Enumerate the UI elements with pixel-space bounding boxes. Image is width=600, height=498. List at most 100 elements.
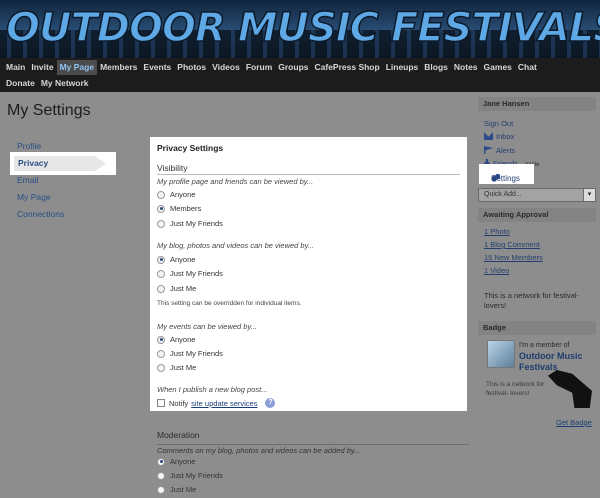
settings-nav-privacy-label: Privacy [18,158,49,168]
nav-item-my-page[interactable]: My Page [56,60,98,75]
option-label: Just Me [170,485,197,494]
alerts-label: Alerts [496,146,516,155]
option-label: Anyone [170,190,196,199]
page-title: My Settings [7,102,91,119]
badge-description: This is a network for festival- lovers! [486,381,545,397]
nav-item-forum[interactable]: Forum [243,60,275,75]
radio-button[interactable] [157,349,165,358]
events-option-anyone[interactable]: Anyone [157,335,195,344]
settings-nav-my-page[interactable]: My Page [17,192,51,202]
events-option-just-me[interactable]: Just Me [157,363,196,372]
profile-option-friends[interactable]: Just My Friends [157,219,223,228]
radio-button-selected[interactable] [157,255,165,264]
awaiting-approval-heading: Awaiting Approval [478,208,596,222]
option-label: Just My Friends [170,269,223,278]
settings-nav-email[interactable]: Email [17,175,38,185]
events-visibility-question: My events can be viewed by... [157,322,257,331]
profile-option-anyone[interactable]: Anyone [157,190,195,199]
nav-row-1: Main Invite My Page Members Events Photos Vide… [3,60,540,75]
flag-icon [484,146,493,154]
guitarist-silhouette [548,370,592,408]
moderation-option-anyone[interactable]: Anyone [157,457,195,466]
radio-button[interactable] [157,219,165,228]
nav-item-notes[interactable]: Notes [451,60,481,75]
radio-button[interactable] [157,471,165,480]
option-label: Anyone [170,255,196,264]
awaiting-photo-link[interactable]: 1 Photo [484,227,510,236]
site-update-services-link[interactable]: site update services [191,399,257,408]
notify-checkbox[interactable] [157,399,165,407]
option-label: Just My Friends [170,219,223,228]
nav-item-my-network[interactable]: My Network [38,76,92,91]
radio-button-selected[interactable] [157,335,165,344]
blog-option-friends[interactable]: Just My Friends [157,269,223,278]
nav-item-lineups[interactable]: Lineups [383,60,422,75]
settings-nav-privacy[interactable]: Privacy [10,152,116,175]
nav-item-members[interactable]: Members [97,60,140,75]
panel-title: Privacy Settings [157,143,224,153]
option-label: Just My Friends [170,471,223,480]
nav-item-photos[interactable]: Photos [174,60,209,75]
nav-item-cafepress-shop[interactable]: CafePress Shop [312,60,383,75]
badge-network-name: Outdoor Music Festivals [519,351,583,372]
moderation-option-just-me[interactable]: Just Me [157,485,196,494]
nav-item-chat[interactable]: Chat [515,60,540,75]
profile-visibility-question: My profile page and friends can be viewe… [157,177,314,186]
radio-button[interactable] [157,485,165,494]
radio-button-selected[interactable] [157,204,165,213]
moderation-heading: Moderation [157,430,200,440]
option-label: Members [170,204,202,213]
moderation-question: Comments on my blog, photos and videos c… [157,446,361,455]
site-logo-title[interactable]: OUTDOOR MUSIC FESTIVALS [5,4,600,52]
help-icon[interactable]: ? [265,398,276,408]
privacy-settings-panel: Privacy Settings Visibility My profile p… [150,137,467,411]
blog-option-anyone[interactable]: Anyone [157,255,195,264]
awaiting-blog-comment-link[interactable]: 1 Blog Comment [484,240,540,249]
badge-member-text: I'm a member of [519,342,570,349]
notify-row: Notify site update services ? [157,398,276,408]
envelope-icon [484,132,493,140]
nav-item-main[interactable]: Main [3,60,28,75]
inbox-label: Inbox [496,132,515,141]
sign-out-link[interactable]: Sign Out [484,119,513,128]
settings-label: Settings [491,174,520,183]
network-badge[interactable]: I'm a member of Outdoor Music Festivals … [486,338,594,408]
events-option-friends[interactable]: Just My Friends [157,349,223,358]
blog-option-just-me[interactable]: Just Me [157,284,196,293]
nav-item-donate[interactable]: Donate [3,76,38,91]
settings-link[interactable]: Settings [479,164,534,184]
nav-item-videos[interactable]: Videos [209,60,243,75]
nav-item-events[interactable]: Events [140,60,174,75]
main-nav: Main Invite My Page Members Events Photos Vide… [0,58,600,92]
badge-photo [487,340,515,368]
option-label: Just Me [170,363,197,372]
visibility-heading: Visibility [157,163,460,175]
option-label: Just Me [170,284,197,293]
nav-item-groups[interactable]: Groups [275,60,311,75]
awaiting-new-members-link[interactable]: 15 New Members [484,253,543,262]
radio-button[interactable] [157,269,165,278]
profile-option-members[interactable]: Members [157,204,201,213]
alerts-link[interactable]: Alerts [484,146,515,155]
get-badge-link[interactable]: Get Badge [556,418,592,427]
network-description: This is a network for festival-lovers! [484,291,580,310]
nav-item-invite[interactable]: Invite [28,60,56,75]
nav-item-games[interactable]: Games [481,60,515,75]
notify-label: Notify [169,398,189,408]
radio-button[interactable] [157,363,165,372]
chevron-down-icon[interactable]: ▾ [583,189,595,201]
moderation-option-friends[interactable]: Just My Friends [157,471,223,480]
settings-nav-connections[interactable]: Connections [17,209,64,219]
quick-add-select[interactable]: Quick Add... ▾ [478,188,596,202]
radio-button-selected[interactable] [157,457,165,466]
awaiting-video-link[interactable]: 1 Video [484,266,509,275]
override-note: This setting can be overridden for indiv… [157,300,302,307]
nav-item-blogs[interactable]: Blogs [421,60,451,75]
option-label: Just My Friends [170,349,223,358]
radio-button[interactable] [157,190,165,199]
option-label: Anyone [170,457,196,466]
inbox-link[interactable]: Inbox [484,132,514,141]
nav-row-2: Donate My Network [3,76,92,91]
settings-nav-profile[interactable]: Profile [17,141,41,151]
radio-button[interactable] [157,284,165,293]
